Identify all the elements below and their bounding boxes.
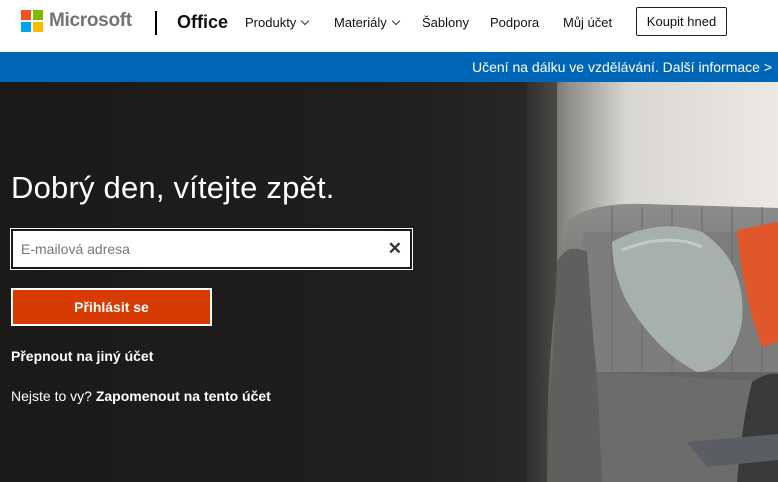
- hero-dark-background: [0, 82, 540, 482]
- top-navigation: Microsoft Office Produkty Materiály Šabl…: [0, 0, 778, 52]
- hero-section: Dobrý den, vítejte zpět. E-mailová adres…: [0, 82, 778, 482]
- not-you-row: Nejste to vy? Zapomenout na tento účet: [11, 388, 271, 404]
- not-you-text: Nejste to vy?: [11, 388, 92, 404]
- nav-podpora-label: Podpora: [490, 15, 540, 30]
- nav-sablony[interactable]: Šablony: [422, 15, 469, 30]
- nav-muj-ucet[interactable]: Můj účet: [563, 15, 612, 30]
- clear-icon[interactable]: ✕: [388, 239, 402, 259]
- buy-now-button[interactable]: Koupit hned: [636, 7, 727, 36]
- nav-materialy[interactable]: Materiály: [334, 15, 400, 30]
- nav-muj-ucet-label: Můj účet: [563, 15, 613, 30]
- nav-produkty-label: Produkty: [245, 15, 297, 30]
- nav-podpora[interactable]: Podpora: [490, 15, 539, 30]
- promo-banner: Učení na dálku ve vzdělávání. Další info…: [0, 52, 778, 82]
- microsoft-logo[interactable]: Microsoft: [21, 10, 132, 32]
- nav-produkty[interactable]: Produkty: [245, 15, 310, 30]
- switch-account-link[interactable]: Přepnout na jiný účet: [11, 348, 153, 364]
- chevron-down-icon: [301, 16, 310, 26]
- logo-divider: [155, 11, 157, 35]
- email-placeholder: E-mailová adresa: [21, 241, 130, 257]
- welcome-headline: Dobrý den, vítejte zpět.: [11, 170, 335, 205]
- hero-sofa-photo: [527, 82, 778, 482]
- nav-sablony-label: Šablony: [422, 15, 469, 30]
- microsoft-logo-text: Microsoft: [49, 10, 132, 31]
- office-link[interactable]: Office: [177, 12, 228, 33]
- chevron-down-icon: [391, 16, 400, 26]
- nav-materialy-label: Materiály: [334, 15, 387, 30]
- microsoft-logo-icon: [21, 10, 43, 32]
- sign-in-button[interactable]: Přihlásit se: [11, 288, 212, 326]
- forget-account-link[interactable]: Zapomenout na tento účet: [96, 388, 271, 404]
- email-field[interactable]: E-mailová adresa ✕: [10, 228, 413, 270]
- promo-banner-link[interactable]: Učení na dálku ve vzdělávání. Další info…: [472, 59, 772, 75]
